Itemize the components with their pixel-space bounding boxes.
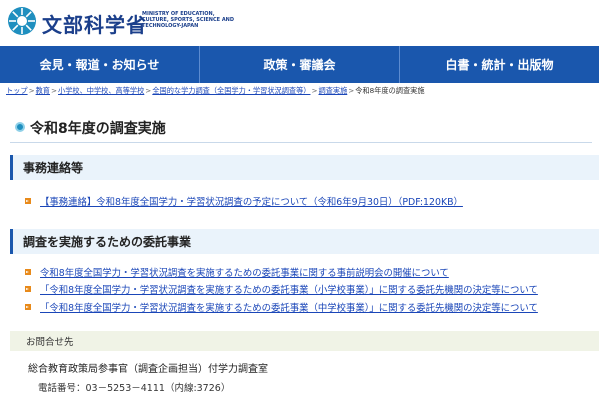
breadcrumb-item[interactable]: 小学校、中学校、高等学校 xyxy=(58,86,144,95)
arrow-bullet-icon xyxy=(25,198,31,204)
list-item: 令和8年度全国学力・学習状況調査を実施するための委託事業に関する事前説明会の開催… xyxy=(25,265,449,279)
section-heading-contract: 調査を実施するための委託事業 xyxy=(10,229,599,254)
breadcrumb-separator: > xyxy=(51,86,58,95)
breadcrumb-separator: > xyxy=(311,86,318,95)
breadcrumb-separator: > xyxy=(348,86,355,95)
list-item: 【事務連絡】令和8年度全国学力・学習状況調査の予定について（令和6年9月30日）… xyxy=(25,194,463,208)
breadcrumb-item[interactable]: 教育 xyxy=(36,86,50,95)
contact-heading: お問合せ先 xyxy=(10,331,599,351)
nav-item-policy[interactable]: 政策・審議会 xyxy=(200,46,399,83)
arrow-bullet-icon xyxy=(25,269,31,275)
breadcrumb-separator: > xyxy=(145,86,152,95)
breadcrumb-item[interactable]: 調査実施 xyxy=(319,86,348,95)
arrow-bullet-icon xyxy=(25,286,31,292)
nav-item-news[interactable]: 会見・報道・お知らせ xyxy=(0,46,199,83)
list-item: 「令和8年度全国学力・学習状況調査を実施するための委託事業（小学校事業）」に関す… xyxy=(25,282,538,296)
breadcrumb-separator: > xyxy=(28,86,35,95)
page-title: 令和8年度の調査実施 xyxy=(30,121,166,137)
breadcrumb-item[interactable]: トップ xyxy=(6,86,28,95)
notice-link[interactable]: 【事務連絡】令和8年度全国学力・学習状況調査の予定について（令和6年9月30日）… xyxy=(40,194,463,208)
site-logo-text[interactable]: 文部科学省 xyxy=(42,9,147,38)
contract-link[interactable]: 「令和8年度全国学力・学習状況調査を実施するための委託事業（中学校事業）」に関す… xyxy=(40,300,538,314)
contract-link[interactable]: 「令和8年度全国学力・学習状況調査を実施するための委託事業（小学校事業）」に関す… xyxy=(40,282,538,296)
title-divider xyxy=(10,142,592,143)
contract-link[interactable]: 令和8年度全国学力・学習状況調査を実施するための委託事業に関する事前説明会の開催… xyxy=(40,265,449,279)
contact-phone: 電話番号：03－5253－4111（内線:3726） xyxy=(38,383,231,394)
breadcrumb-item[interactable]: 全国的な学力調査（全国学力・学習状況調査等） xyxy=(152,86,310,95)
global-nav: 会見・報道・お知らせ 政策・審議会 白書・統計・出版物 xyxy=(0,46,599,83)
nav-item-publications[interactable]: 白書・統計・出版物 xyxy=(400,46,599,83)
breadcrumb-current: 令和8年度の調査実施 xyxy=(355,86,425,95)
contact-organization: 総合教育政策局参事官（調査企画担当）付学力調査室 xyxy=(28,364,268,375)
breadcrumb: トップ>教育>小学校、中学校、高等学校>全国的な学力調査（全国学力・学習状況調査… xyxy=(6,86,425,96)
site-logo-english: MINISTRY OF EDUCATION, CULTURE, SPORTS, … xyxy=(142,11,235,30)
title-bullet-icon xyxy=(15,122,25,132)
arrow-bullet-icon xyxy=(25,304,31,310)
mext-logo-icon[interactable] xyxy=(7,6,37,36)
list-item: 「令和8年度全国学力・学習状況調査を実施するための委託事業（中学校事業）」に関す… xyxy=(25,300,538,314)
section-heading-notices: 事務連絡等 xyxy=(10,155,599,180)
site-header: 文部科学省 MINISTRY OF EDUCATION, CULTURE, SP… xyxy=(0,0,599,46)
